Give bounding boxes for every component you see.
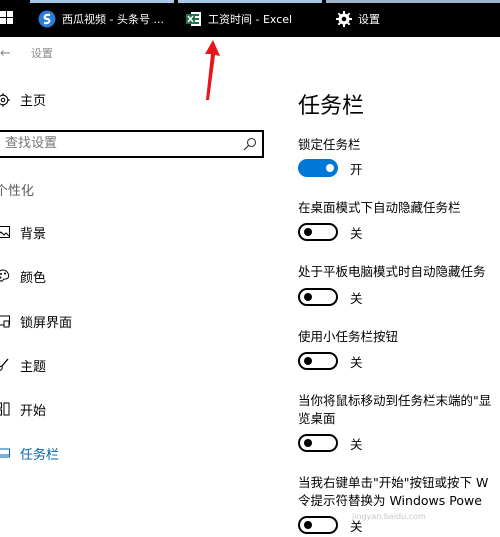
setting-label-powershell-line1: 当我右键单击"开始"按钮或按下 W [298,475,489,490]
toggle-knob [326,164,334,172]
setting-label-autohide-tablet: 处于平板电脑模式时自动隐藏任务 [298,264,486,279]
sidebar-item-label: 主题 [20,359,47,375]
toggle-knob [304,357,312,365]
taskbar-app-label: 设置 [358,12,380,26]
page-title: 任务栏 [298,94,365,119]
excel-icon [186,11,202,27]
toggle-state-label: 关 [350,355,363,370]
toggle-peek-desktop[interactable] [298,434,338,452]
xigua-video-icon [38,10,56,28]
taskbar: 西瓜视频 - 头条号 ... 工资时间 - Excel 设置 [0,0,500,37]
taskbar-app-excel[interactable]: 工资时间 - Excel [178,0,322,37]
taskbar-app-label: 工资时间 - Excel [208,12,293,26]
toggle-state-label: 关 [350,437,363,452]
search-box [0,130,264,158]
setting-label-lock-taskbar: 锁定任务栏 [298,137,361,152]
start-button[interactable] [0,0,26,37]
annotation-arrow-icon [205,40,220,100]
watermark: jingyan.baidu.com [352,512,426,521]
toggle-autohide-tablet[interactable] [298,288,338,306]
toggle-small-buttons[interactable] [298,352,338,370]
palette-icon [0,269,10,283]
brush-icon [0,358,10,372]
sidebar-item-lockscreen[interactable]: 锁屏界面 [0,311,72,331]
windows-logo-icon [0,11,13,24]
toggle-state-label: 开 [350,162,363,177]
toggle-state-label: 关 [350,226,363,241]
section-title: 个性化 [0,184,35,199]
active-indicator [178,0,322,3]
toggle-state-label: 关 [350,291,363,306]
sidebar-item-home[interactable]: 主页 [0,90,46,109]
taskbar-app-label: 西瓜视频 - 头条号 ... [62,12,164,26]
setting-label-peek-line2: 览桌面 [298,411,336,426]
sidebar-item-label: 开始 [20,403,47,419]
toggle-knob [304,293,312,301]
toggle-knob [304,439,312,447]
toggle-autohide-desktop[interactable] [298,223,338,241]
sidebar-item-label: 主页 [20,94,47,109]
sidebar-item-label: 背景 [20,226,47,242]
setting-label-small-buttons: 使用小任务栏按钮 [298,329,399,344]
toggle-replace-powershell[interactable] [298,516,338,534]
sidebar-item-label: 任务栏 [20,447,60,463]
sidebar-item-background[interactable]: 背景 [0,222,46,242]
window-title: 设置 [30,47,53,60]
toggle-knob [304,228,312,236]
setting-label-peek-line1: 当你将鼠标移动到任务栏末端的"显 [298,393,492,408]
back-arrow-icon[interactable]: ← [0,46,11,61]
lockscreen-icon [0,314,10,328]
sidebar-item-label: 颜色 [20,270,47,286]
setting-label-autohide-desktop: 在桌面模式下自动隐藏任务栏 [298,200,461,215]
taskbar-app-xigua[interactable]: 西瓜视频 - 头条号 ... [30,0,174,37]
active-indicator [30,0,174,3]
search-input[interactable] [5,136,235,151]
sidebar-item-themes[interactable]: 主题 [0,355,46,375]
start-icon [0,402,10,416]
sidebar-item-start[interactable]: 开始 [0,399,46,419]
taskbar-app-settings[interactable]: 设置 [326,0,500,37]
taskbar-icon [0,446,10,460]
gear-icon [0,92,10,107]
setting-label-powershell-line2: 令提示符替换为 Windows Powe [298,493,482,508]
active-indicator [326,0,500,3]
toggle-knob [304,521,312,529]
picture-icon [0,225,10,239]
sidebar-item-taskbar[interactable]: 任务栏 [0,443,59,463]
gear-icon [336,10,352,27]
back-row: ← 设置 [0,44,53,62]
search-icon[interactable] [243,136,257,155]
sidebar-item-colors[interactable]: 颜色 [0,266,46,286]
toggle-lock-taskbar[interactable] [298,159,338,177]
sidebar-item-label: 锁屏界面 [20,315,73,331]
